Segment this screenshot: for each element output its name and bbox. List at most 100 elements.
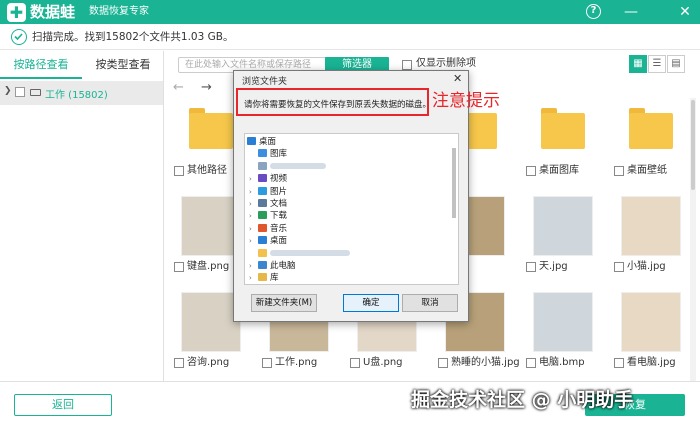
back-arrow-icon[interactable]: ←	[173, 80, 184, 95]
file-checkbox[interactable]	[174, 166, 184, 176]
expand-chevron-icon[interactable]: ›	[249, 272, 258, 284]
forward-arrow-icon[interactable]: →	[201, 80, 212, 95]
folder-icon[interactable]	[181, 100, 241, 160]
expand-chevron-icon[interactable]: ›	[249, 186, 258, 199]
folder-tree-item[interactable]	[249, 161, 326, 174]
file-checkbox[interactable]	[614, 262, 624, 272]
drive-icon	[30, 89, 41, 96]
folder-tree-label: 桌面	[259, 137, 277, 147]
file-checkbox[interactable]	[350, 358, 360, 368]
sidebar: 按路径查看 按类型查看 ❯ 工作 (15802)	[0, 51, 164, 381]
file-item[interactable]: 桌面图库	[519, 100, 607, 192]
expand-chevron-icon[interactable]: ›	[249, 223, 258, 236]
folder-tree-item[interactable]: › 此电脑	[249, 260, 296, 273]
file-item[interactable]: 小猫.jpg	[607, 196, 695, 288]
file-checkbox[interactable]	[174, 262, 184, 272]
folder-tree-label: 音乐	[270, 223, 288, 234]
expand-chevron-icon[interactable]: ›	[249, 210, 258, 223]
desktop-icon	[258, 236, 267, 245]
help-button[interactable]: ?	[586, 4, 601, 19]
only-deleted-checkbox[interactable]	[402, 60, 412, 70]
minimize-button[interactable]: —	[620, 2, 642, 22]
folder-tree-item[interactable]: › 下载	[249, 210, 287, 223]
only-deleted-label: 仅显示删除项	[416, 58, 476, 69]
expand-chevron-icon[interactable]: ›	[249, 198, 258, 211]
new-folder-button[interactable]: 新建文件夹(M)	[251, 294, 317, 312]
tab-by-type[interactable]: 按类型查看	[82, 51, 164, 79]
close-button[interactable]: ✕	[674, 2, 696, 22]
folder-tree-item[interactable]: › 音乐	[249, 223, 287, 236]
file-checkbox[interactable]	[526, 166, 536, 176]
file-name: 熟睡的小猫.jpg	[451, 357, 520, 368]
folder-tree-item[interactable]: 桌面	[247, 136, 276, 149]
file-name: U盘.png	[363, 357, 403, 368]
file-checkbox[interactable]	[262, 358, 272, 368]
obscured-label	[270, 250, 350, 257]
folder-tree-item[interactable]: › 图片	[249, 186, 287, 199]
tree-item-label: 工作 (15802)	[45, 90, 108, 101]
tree-item-work-drive[interactable]: ❯ 工作 (15802)	[0, 81, 163, 105]
back-button[interactable]: 返回	[14, 394, 112, 416]
title-bar: ✚ 数据蛙 数据恢复专家 ? — ✕	[0, 0, 700, 24]
file-checkbox[interactable]	[526, 358, 536, 368]
dialog-close-icon[interactable]: ✕	[453, 72, 462, 85]
folder-tree-label: 下载	[270, 211, 288, 222]
folder-tree-label: 图库	[270, 149, 288, 160]
file-checkbox[interactable]	[174, 358, 184, 368]
download-icon	[258, 211, 267, 220]
folder-tree-item[interactable]: › 视频	[249, 173, 287, 186]
ok-button[interactable]: 确定	[343, 294, 399, 312]
folder-icon[interactable]	[621, 100, 681, 160]
music-icon	[258, 223, 267, 232]
file-item[interactable]: 看电脑.jpg	[607, 292, 695, 381]
computer-icon	[258, 261, 267, 269]
obscured-label	[270, 163, 326, 170]
file-item[interactable]: 天.jpg	[519, 196, 607, 288]
expand-chevron-icon[interactable]: ›	[249, 235, 258, 248]
dialog-title: 浏览文件夹	[242, 77, 288, 87]
cancel-button[interactable]: 取消	[402, 294, 458, 312]
file-checkbox[interactable]	[614, 166, 624, 176]
detail-view-icon[interactable]: ▤	[667, 55, 685, 73]
check-circle-icon	[11, 29, 27, 45]
folder-tree-scroll-thumb[interactable]	[452, 148, 456, 218]
folder-tree-label: 此电脑	[270, 261, 296, 271]
expand-chevron-icon[interactable]: ›	[249, 173, 258, 186]
folder-tree-scrollbar[interactable]	[451, 136, 457, 282]
watermark-text: 掘金技术社区 @ 小明助手	[411, 389, 634, 411]
scrollbar-thumb[interactable]	[691, 100, 695, 190]
folder-tree-item[interactable]: › 库	[249, 272, 279, 284]
document-icon	[258, 199, 267, 207]
folder-tree-label: 文档	[270, 199, 288, 209]
folder-icon[interactable]	[533, 100, 593, 160]
folder-tree-item[interactable]: 图库	[249, 148, 287, 161]
image-thumbnail[interactable]	[533, 292, 593, 352]
image-thumbnail[interactable]	[621, 196, 681, 256]
video-icon	[258, 174, 267, 183]
folder-tree-item[interactable]: › 桌面	[249, 235, 287, 248]
tab-by-path[interactable]: 按路径查看	[0, 51, 82, 79]
folder-tree-label: 图片	[270, 186, 288, 197]
grid-view-icon[interactable]: ▦	[629, 55, 647, 73]
scan-status-text: 扫描完成。找到15802个文件共1.03 GB。	[32, 31, 234, 43]
image-thumbnail[interactable]	[181, 196, 241, 256]
file-item[interactable]: 电脑.bmp	[519, 292, 607, 381]
file-checkbox[interactable]	[438, 358, 448, 368]
file-item[interactable]: 桌面壁纸	[607, 100, 695, 192]
expand-arrow-icon[interactable]: ❯	[4, 86, 12, 96]
file-checkbox[interactable]	[526, 262, 536, 272]
folder-tree-item[interactable]	[249, 248, 350, 261]
file-name: 工作.png	[275, 357, 318, 368]
folder-tree-item[interactable]: › 文档	[249, 198, 287, 211]
annotation-label: 注意提示	[432, 91, 500, 111]
file-checkbox[interactable]	[614, 358, 624, 368]
desktop-icon	[247, 137, 256, 145]
tree-checkbox[interactable]	[15, 87, 25, 97]
image-thumbnail[interactable]	[621, 292, 681, 352]
folder-icon	[258, 248, 267, 257]
expand-chevron-icon[interactable]: ›	[249, 260, 258, 273]
image-thumbnail[interactable]	[533, 196, 593, 256]
picture-icon	[258, 186, 267, 195]
image-thumbnail[interactable]	[181, 292, 241, 352]
list-view-icon[interactable]: ☰	[648, 55, 666, 73]
